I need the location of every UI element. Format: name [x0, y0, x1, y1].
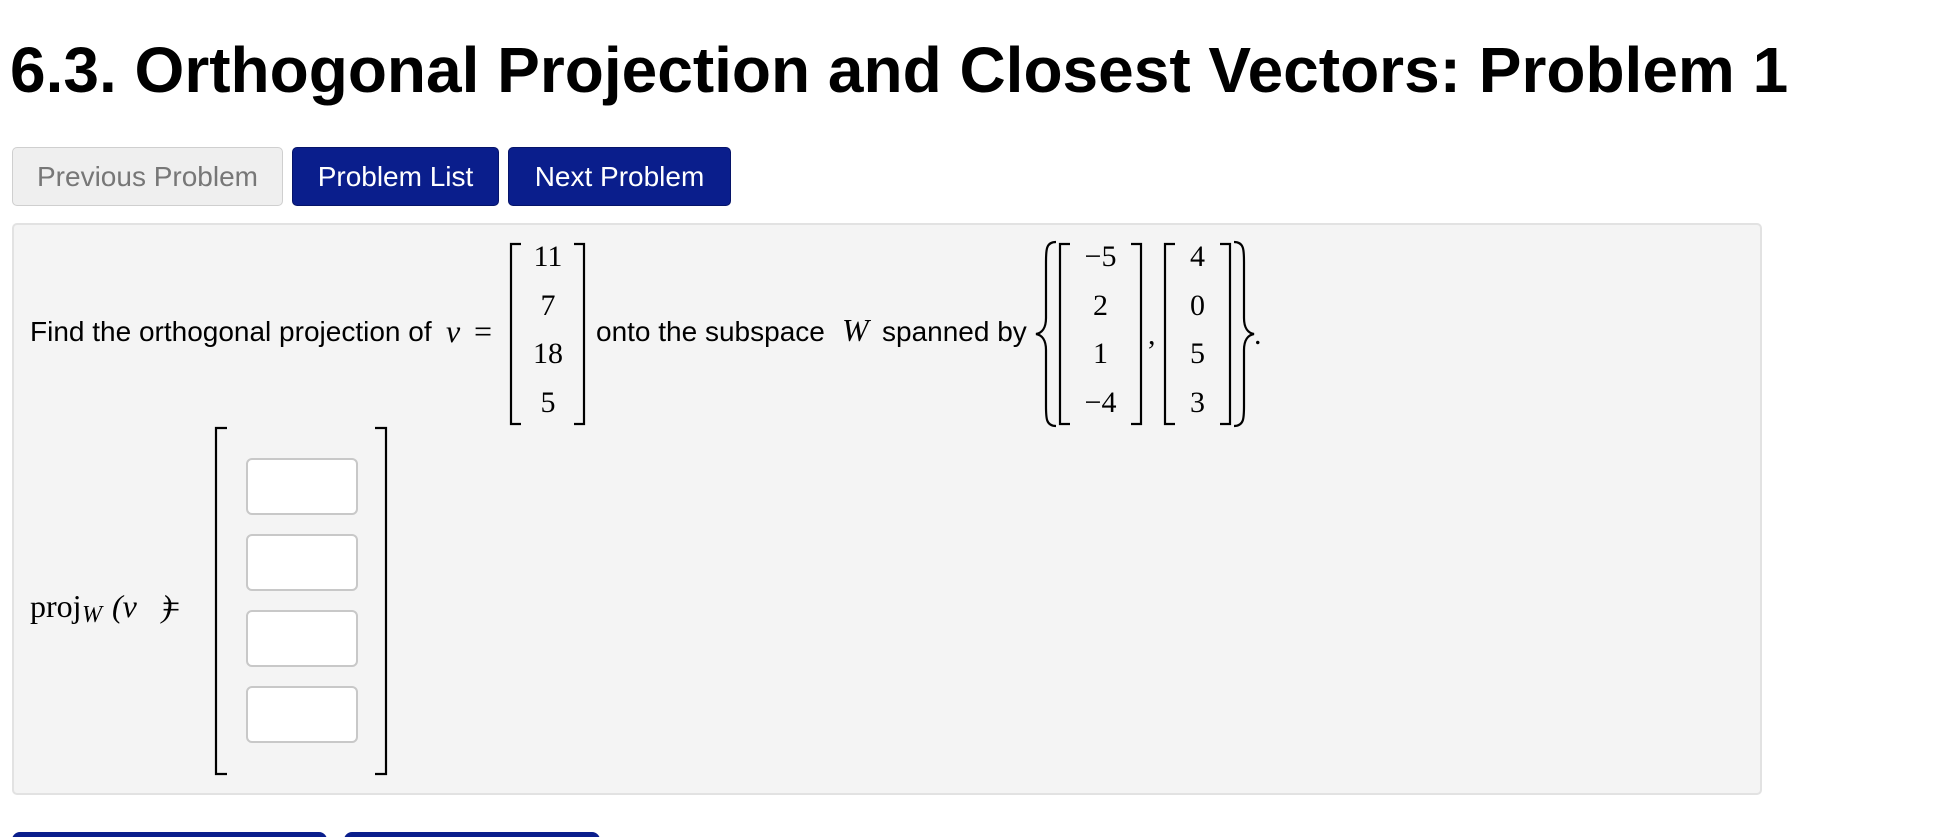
set-right-brace	[1233, 240, 1255, 428]
set-left-brace	[1035, 240, 1057, 428]
vector-v-entry: 7	[540, 289, 556, 322]
equals-sign: =	[474, 313, 493, 349]
subspace-symbol: W	[842, 312, 869, 348]
span-vector-2-entry: 5	[1190, 337, 1205, 370]
answer-entry-3-input[interactable]	[246, 610, 358, 667]
sentence-period: .	[1254, 318, 1262, 351]
vector-v-entry: 18	[533, 337, 563, 370]
vector-v-entry: 11	[533, 240, 563, 273]
span-vector-1-entry: 2	[1093, 289, 1108, 322]
span-vector-2-right-bracket	[1220, 242, 1232, 426]
prompt-middle-text: onto the subspace	[596, 316, 825, 347]
projection-subscript: W	[82, 602, 102, 628]
preview-answers-button[interactable]	[12, 832, 327, 837]
span-vector-1-entry: 1	[1093, 337, 1108, 370]
answer-right-bracket	[375, 426, 388, 776]
span-vector-1-right-bracket	[1131, 242, 1143, 426]
answer-entry-4-input[interactable]	[246, 686, 358, 743]
prompt-end-text: spanned by	[882, 316, 1027, 347]
span-vector-1-entry: −4	[1084, 386, 1117, 419]
span-vector-2-left-bracket	[1163, 242, 1175, 426]
vector-v-right-bracket	[574, 242, 586, 426]
answer-entry-2-input[interactable]	[246, 534, 358, 591]
answer-left-bracket	[214, 426, 227, 776]
vector-v-entry: 5	[540, 386, 556, 419]
span-vector-1-entry: −5	[1084, 240, 1117, 273]
vector-v-left-bracket	[509, 242, 521, 426]
span-vector-2-entry: 3	[1190, 386, 1205, 419]
prompt-start-text: Find the orthogonal projection of	[30, 316, 432, 347]
submit-answers-button[interactable]	[344, 832, 600, 837]
vector-separator-comma: ,	[1148, 318, 1156, 351]
answer-entry-1-input[interactable]	[246, 458, 358, 515]
span-vector-2-entry: 4	[1190, 240, 1205, 273]
projection-label: proj	[30, 588, 82, 624]
answer-equals-sign: =	[162, 588, 181, 624]
span-vector-1-left-bracket	[1058, 242, 1070, 426]
span-vector-2-entry: 0	[1190, 289, 1205, 322]
